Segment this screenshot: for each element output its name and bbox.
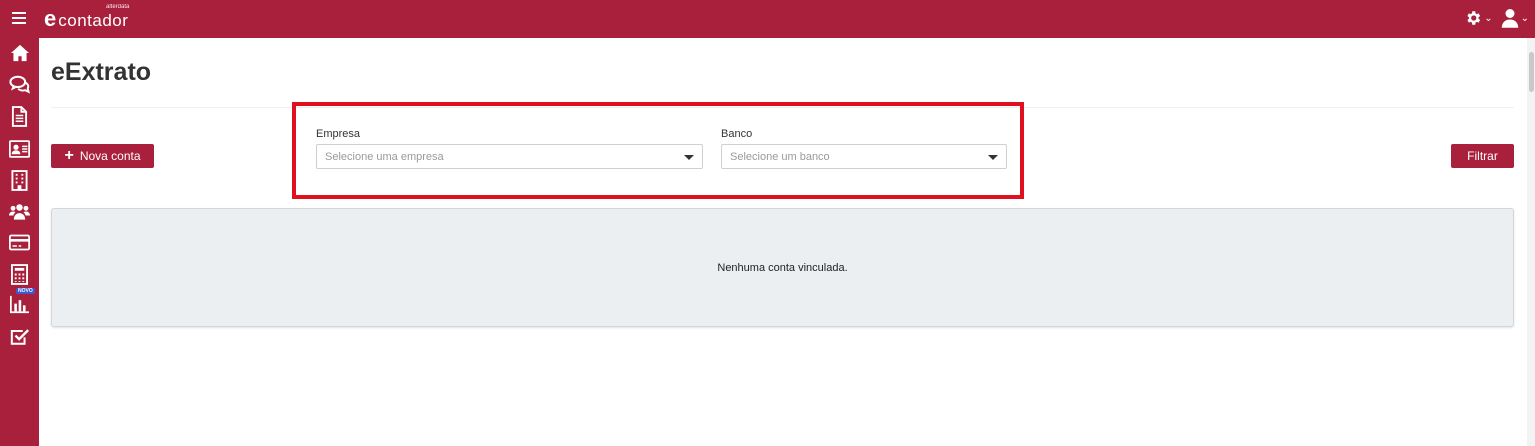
bar-chart-icon	[9, 295, 29, 314]
credit-card-icon	[9, 234, 30, 251]
empty-message: Nenhuma conta vinculada.	[717, 261, 848, 274]
scrollbar-thumb[interactable]	[1529, 52, 1534, 92]
home-icon	[10, 44, 29, 61]
sidebar-item-calculator[interactable]	[9, 264, 30, 285]
scrollbar-track[interactable]	[1527, 38, 1535, 446]
gear-icon	[1467, 11, 1481, 25]
chevron-down-icon: ⌄	[1484, 12, 1493, 24]
caret-down-icon	[684, 155, 694, 160]
sidebar-item-chat[interactable]	[9, 74, 30, 95]
empresa-placeholder: Selecione uma empresa	[325, 151, 444, 163]
sidebar-item-users[interactable]	[9, 201, 30, 222]
id-card-icon	[9, 139, 30, 158]
logo-word: contador	[58, 11, 129, 30]
banco-placeholder: Selecione um banco	[730, 151, 830, 163]
new-account-button[interactable]: + Nova conta	[51, 144, 154, 168]
empresa-label: Empresa	[316, 128, 361, 140]
new-account-label: Nova conta	[79, 149, 141, 163]
plus-icon: +	[64, 147, 74, 164]
sidebar-item-tasks[interactable]	[9, 326, 30, 347]
filter-button[interactable]: Filtrar	[1451, 144, 1514, 168]
calculator-icon	[11, 264, 28, 285]
sidebar-item-home[interactable]	[9, 42, 30, 63]
user-icon	[1501, 9, 1518, 28]
empresa-select[interactable]: Selecione uma empresa	[316, 144, 703, 169]
sidebar-item-documents[interactable]	[9, 106, 30, 127]
accounts-empty-panel: Nenhuma conta vinculada.	[51, 208, 1514, 327]
top-bar: e contador alterdata ⌄ ⌄	[0, 0, 1535, 38]
sidebar-item-cards[interactable]	[9, 232, 30, 253]
user-menu[interactable]: ⌄	[1501, 8, 1529, 28]
building-icon	[11, 170, 28, 191]
logo-mark: e	[44, 6, 57, 31]
filter-button-label: Filtrar	[1467, 149, 1498, 163]
app-logo[interactable]: e contador alterdata	[44, 4, 130, 32]
checkbox-icon	[10, 329, 29, 345]
caret-down-icon	[988, 155, 998, 160]
chat-icon	[9, 75, 30, 94]
logo-small-text: alterdata	[106, 4, 130, 10]
banco-select[interactable]: Selecione um banco	[721, 144, 1007, 169]
banco-label: Banco	[721, 128, 753, 140]
hamburger-icon[interactable]	[12, 12, 26, 24]
users-icon	[9, 204, 30, 220]
sidebar-item-reports[interactable]	[9, 294, 30, 315]
page-title: eExtrato	[51, 58, 152, 86]
settings-menu[interactable]: ⌄	[1464, 9, 1493, 27]
chevron-down-icon: ⌄	[1520, 12, 1529, 24]
sidebar-item-companies[interactable]	[9, 170, 30, 191]
sidebar-item-contacts[interactable]	[9, 138, 30, 159]
document-icon	[11, 106, 28, 127]
header-actions: ⌄ ⌄	[1464, 8, 1529, 28]
